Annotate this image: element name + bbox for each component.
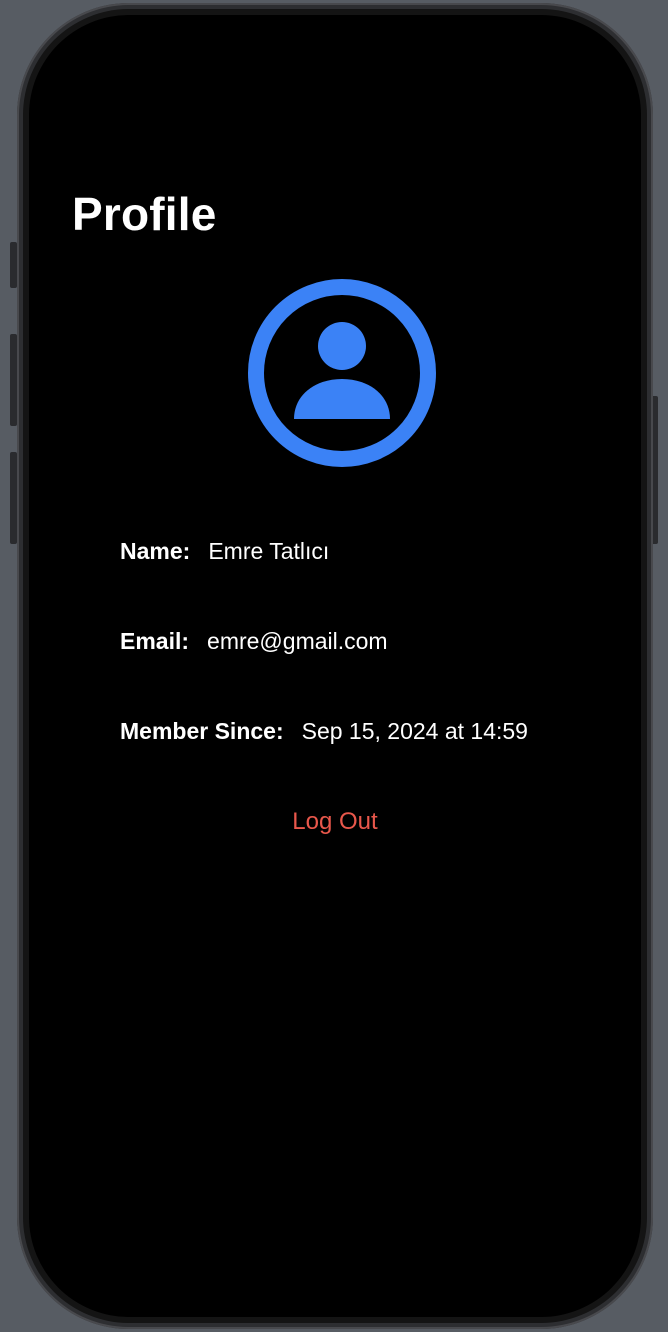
phone-frame: Profile Name: Emre Tatlıcı Email: emre@gma… <box>17 3 653 1329</box>
name-row: Name: Emre Tatlıcı <box>120 538 329 565</box>
volume-down-button <box>10 452 17 544</box>
member-since-label: Member Since: <box>120 718 284 744</box>
name-value: Emre Tatlıcı <box>208 538 330 564</box>
email-value: emre@gmail.com <box>207 628 388 654</box>
email-label: Email: <box>120 628 190 654</box>
page-title: Profile <box>72 188 217 240</box>
member-since-value: Sep 15, 2024 at 14:59 <box>301 718 528 744</box>
name-label: Name: <box>120 538 191 564</box>
phone-bezel: Profile Name: Emre Tatlıcı Email: emre@gma… <box>23 9 647 1323</box>
simulator-canvas: Profile Name: Emre Tatlıcı Email: emre@gma… <box>0 0 668 1332</box>
log-out-button[interactable]: Log Out <box>29 808 641 836</box>
email-row: Email: emre@gmail.com <box>120 628 388 655</box>
person-crop-circle-icon <box>248 279 436 467</box>
member-since-row: Member Since: Sep 15, 2024 at 14:59 <box>120 718 528 745</box>
volume-up-button <box>10 334 17 426</box>
action-button <box>10 242 17 288</box>
app-screen: Profile Name: Emre Tatlıcı Email: emre@gma… <box>29 15 641 1317</box>
